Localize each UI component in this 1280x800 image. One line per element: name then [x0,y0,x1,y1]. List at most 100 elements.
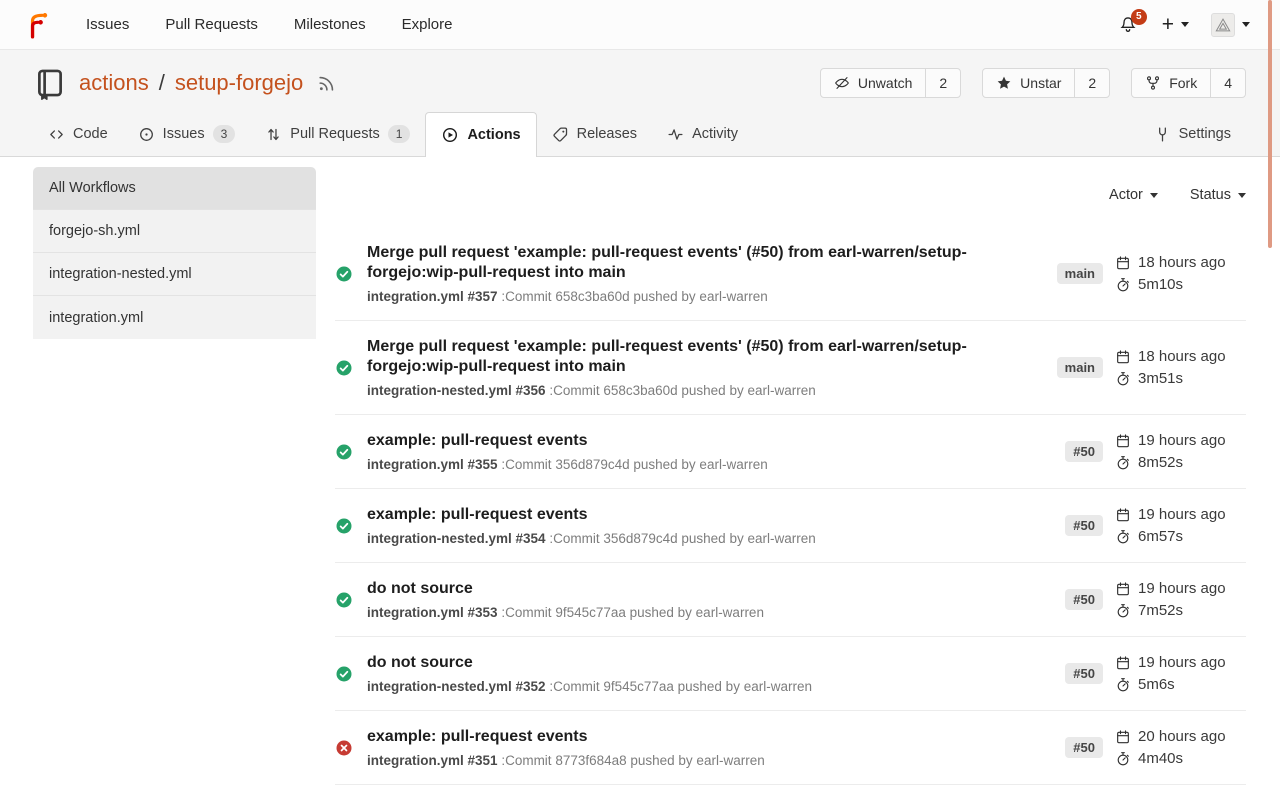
run-status-icon [335,665,353,683]
repo-name-link[interactable]: setup-forgejo [175,70,303,96]
run-duration: 4m40s [1138,750,1183,767]
run-title-link[interactable]: example: pull-request events [367,727,987,747]
unstar-button[interactable]: Unstar 2 [982,68,1110,98]
workflow-run-row: example: pull-request events integration… [335,711,1246,785]
calendar-icon [1115,255,1131,271]
run-ref-badge[interactable]: main [1057,357,1103,378]
sidebar-workflow-label: forgejo-sh.yml [49,223,140,239]
tab-releases-label: Releases [577,126,637,142]
workflow-runs-list: Merge pull request 'example: pull-reques… [335,227,1246,800]
chevron-down-icon [1238,193,1246,198]
tab-issues[interactable]: Issues 3 [123,112,251,156]
run-meta: 19 hours ago 6m57s [1115,506,1246,545]
sidebar-workflow-item[interactable]: forgejo-sh.yml [33,210,316,253]
calendar-icon [1115,729,1131,745]
run-commit-info: :Commit 8773f684a8 pushed by earl-warren [501,753,764,768]
tab-code[interactable]: Code [33,112,123,156]
unwatch-label: Unwatch [858,75,912,91]
run-duration: 5m10s [1138,276,1183,293]
run-ref-badge[interactable]: main [1057,263,1103,284]
tab-pull-requests[interactable]: Pull Requests 1 [250,112,425,156]
watch-count[interactable]: 2 [925,69,960,97]
run-time-ago: 19 hours ago [1138,654,1226,671]
tab-code-label: Code [73,126,108,142]
notifications-button[interactable]: 5 [1110,11,1146,39]
check-circle-icon [335,591,353,609]
run-workflow-ref[interactable]: integration-nested.yml #354 [367,531,546,546]
run-workflow-ref[interactable]: integration-nested.yml #356 [367,383,546,398]
status-filter-dropdown[interactable]: Status [1190,187,1246,203]
tab-settings[interactable]: Settings [1139,112,1246,156]
unwatch-button[interactable]: Unwatch 2 [820,68,961,98]
workflows-sidebar: All Workflows forgejo-sh.yml integration… [33,167,316,800]
nav-link-milestones[interactable]: Milestones [294,16,366,33]
run-ref-badge[interactable]: #50 [1065,441,1103,462]
run-workflow-ref[interactable]: integration.yml #353 [367,605,498,620]
run-status-icon [335,443,353,461]
navbar-right: 5 + [1110,9,1256,41]
run-title-link[interactable]: do not source [367,579,987,599]
check-circle-icon [335,665,353,683]
run-ref-badge[interactable]: #50 [1065,663,1103,684]
code-icon [48,126,65,143]
run-title-link[interactable]: example: pull-request events [367,505,987,525]
tab-actions[interactable]: Actions [425,112,536,157]
calendar-icon [1115,507,1131,523]
run-status-icon [335,517,353,535]
sidebar-workflow-label: integration-nested.yml [49,266,192,282]
calendar-icon [1115,433,1131,449]
fork-button[interactable]: Fork 4 [1131,68,1246,98]
create-new-dropdown[interactable]: + [1156,10,1195,39]
star-count[interactable]: 2 [1074,69,1109,97]
breadcrumb-separator: / [159,70,165,96]
run-subtitle: integration.yml #353 :Commit 9f545c77aa … [367,605,1051,620]
stopwatch-icon [1115,455,1131,471]
run-duration: 6m57s [1138,528,1183,545]
nav-link-pull-requests[interactable]: Pull Requests [165,16,258,33]
nav-links: Issues Pull Requests Milestones Explore [86,16,452,33]
run-subtitle: integration-nested.yml #356 :Commit 658c… [367,383,1043,398]
nav-link-issues[interactable]: Issues [86,16,129,33]
run-workflow-ref[interactable]: integration.yml #351 [367,753,498,768]
run-ref-badge[interactable]: #50 [1065,589,1103,610]
tab-releases[interactable]: Releases [537,112,652,156]
run-filters: Actor Status [335,167,1246,209]
tab-activity[interactable]: Activity [652,112,753,156]
repo-owner-link[interactable]: actions [79,70,149,96]
repo-icon [33,66,67,100]
run-workflow-ref[interactable]: integration.yml #357 [367,289,498,304]
fork-count[interactable]: 4 [1210,69,1245,97]
actor-filter-dropdown[interactable]: Actor [1109,187,1158,203]
run-subtitle: integration.yml #357 :Commit 658c3ba60d … [367,289,1043,304]
run-status-icon [335,359,353,377]
run-title-link[interactable]: Merge pull request 'example: pull-reques… [367,337,987,377]
sidebar-workflow-item[interactable]: All Workflows [33,167,316,210]
status-filter-label: Status [1190,187,1231,203]
nav-link-explore[interactable]: Explore [402,16,453,33]
run-title-link[interactable]: do not source [367,653,987,673]
chevron-down-icon [1181,22,1189,27]
run-time-ago: 19 hours ago [1138,580,1226,597]
run-ref-badge[interactable]: #50 [1065,515,1103,536]
check-circle-icon [335,265,353,283]
run-commit-info: :Commit 658c3ba60d pushed by earl-warren [549,383,815,398]
run-commit-info: :Commit 9f545c77aa pushed by earl-warren [549,679,812,694]
scrollbar-thumb[interactable] [1268,0,1272,248]
plus-icon: + [1162,14,1174,35]
run-meta: 19 hours ago 7m52s [1115,580,1246,619]
run-workflow-ref[interactable]: integration-nested.yml #352 [367,679,546,694]
run-ref-badge[interactable]: #50 [1065,737,1103,758]
actions-page-content: All Workflows forgejo-sh.yml integration… [0,157,1280,800]
run-title-link[interactable]: Merge pull request 'example: pull-reques… [367,243,987,283]
runs-main-column: Actor Status [335,167,1246,800]
run-title-link[interactable]: example: pull-request events [367,431,987,451]
run-workflow-ref[interactable]: integration.yml #355 [367,457,498,472]
tab-pull-requests-label: Pull Requests [290,126,379,142]
rss-icon[interactable] [317,74,336,93]
x-circle-icon [335,739,353,757]
user-menu-dropdown[interactable] [1205,9,1256,41]
avatar [1211,13,1235,37]
forgejo-logo[interactable] [26,11,52,39]
sidebar-workflow-item[interactable]: integration-nested.yml [33,253,316,296]
sidebar-workflow-item[interactable]: integration.yml [33,296,316,339]
